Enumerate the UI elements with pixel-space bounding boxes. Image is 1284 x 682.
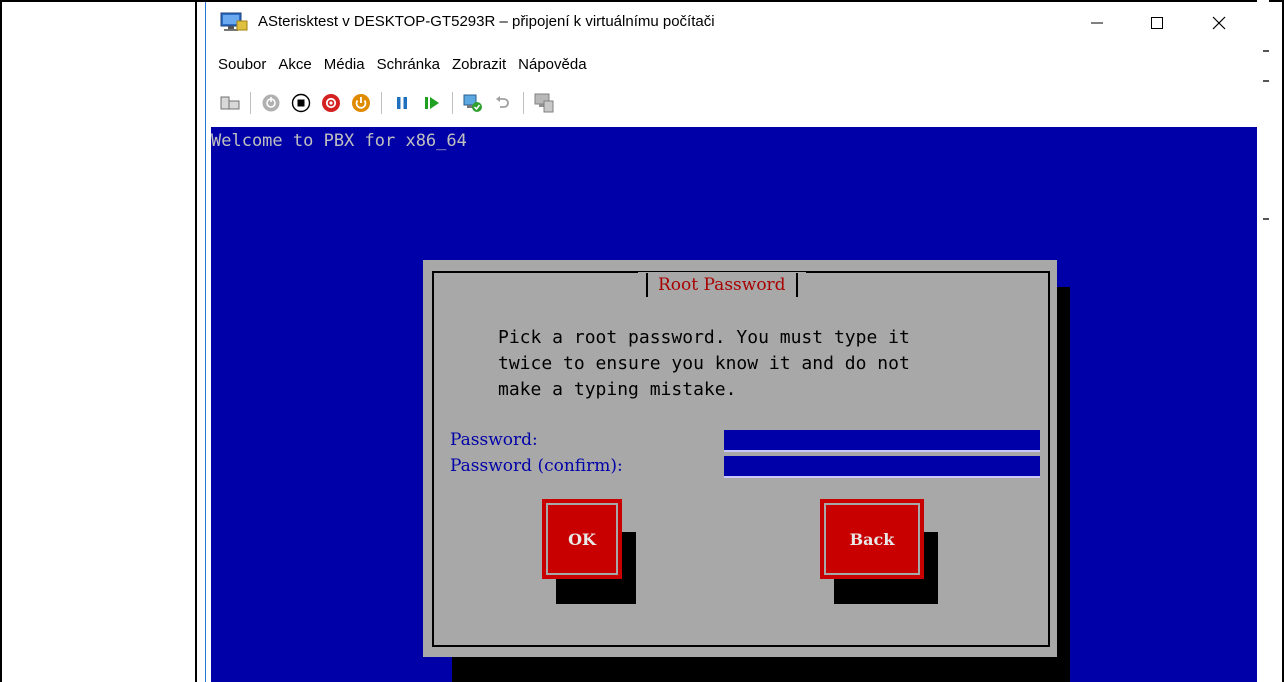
dialog-frame: Root Password Pick a root password. You … <box>432 271 1050 647</box>
dialog-title: Root Password <box>658 275 786 295</box>
password-confirm-label: Password (confirm): <box>450 456 623 476</box>
menu-schranka[interactable]: Schránka <box>371 52 446 78</box>
password-label: Password: <box>450 430 538 450</box>
menu-soubor[interactable]: Soubor <box>206 52 272 78</box>
menu-zobrazit[interactable]: Zobrazit <box>446 52 512 78</box>
password-confirm-field[interactable] <box>724 456 1040 478</box>
toolbar-separator <box>523 92 524 114</box>
window-title: ASterisktest v DESKTOP-GT5293R – připoje… <box>258 13 715 30</box>
checkpoint-icon <box>463 94 482 112</box>
menu-media[interactable]: Média <box>318 52 371 78</box>
toolbar <box>206 90 562 116</box>
close-button[interactable] <box>1196 2 1242 44</box>
pause-icon <box>397 97 407 109</box>
menu-napoveda[interactable]: Nápověda <box>512 52 592 78</box>
close-icon <box>1212 16 1226 30</box>
save-icon <box>352 94 370 112</box>
back-button-label: Back <box>849 529 895 549</box>
start-button[interactable] <box>259 91 283 115</box>
revert-button[interactable] <box>491 91 515 115</box>
enhanced-session-icon <box>534 93 554 113</box>
table-border-left <box>0 0 2 682</box>
dialog-message-line: make a typing mistake. <box>498 379 737 400</box>
ctrl-alt-del-button[interactable] <box>218 91 242 115</box>
maximize-button[interactable] <box>1134 2 1180 44</box>
scrollbar-marker <box>1263 218 1269 220</box>
console-welcome-text: Welcome to PBX for x86_64 <box>211 131 467 151</box>
save-button[interactable] <box>349 91 373 115</box>
toolbar-separator <box>250 92 251 114</box>
vm-connection-window: ASterisktest v DESKTOP-GT5293R – připoje… <box>205 2 1268 682</box>
password-field[interactable] <box>724 430 1040 452</box>
scrollbar-marker <box>1263 50 1269 52</box>
enhanced-session-button[interactable] <box>532 91 556 115</box>
minimize-button[interactable] <box>1074 2 1120 44</box>
shut-down-icon <box>322 94 340 112</box>
toolbar-separator <box>381 92 382 114</box>
checkpoint-button[interactable] <box>461 91 485 115</box>
minimize-icon <box>1091 22 1103 24</box>
ctrl-alt-del-icon <box>220 96 240 110</box>
dialog-message-line: Pick a root password. You must type it <box>498 327 910 348</box>
dialog-message-line: twice to ensure you know it and do not <box>498 353 910 374</box>
maximize-icon <box>1151 17 1163 29</box>
back-button[interactable]: Back <box>820 499 924 579</box>
title-bar[interactable]: ASterisktest v DESKTOP-GT5293R – připoje… <box>206 2 1258 44</box>
table-column-separator <box>195 0 197 682</box>
dialog-message: Pick a root password. You must type it t… <box>498 325 910 403</box>
menu-bar: Soubor Akce Média Schránka Zobrazit Nápo… <box>206 52 593 78</box>
vm-console-screen[interactable]: Welcome to PBX for x86_64 Root Password … <box>211 127 1258 682</box>
resume-icon <box>425 97 439 109</box>
turn-off-button[interactable] <box>289 91 313 115</box>
revert-icon <box>496 96 509 108</box>
start-icon-disabled <box>262 94 280 112</box>
dialog-title-bar: Root Password <box>638 272 806 298</box>
window-scrollbar-area[interactable] <box>1257 0 1269 682</box>
scrollbar-marker <box>1263 80 1269 82</box>
turn-off-icon <box>291 93 311 113</box>
shut-down-button[interactable] <box>319 91 343 115</box>
toolbar-separator <box>452 92 453 114</box>
ok-button[interactable]: OK <box>542 499 622 579</box>
root-password-dialog: Root Password Pick a root password. You … <box>423 260 1057 657</box>
ok-button-label: OK <box>568 529 596 549</box>
vm-connection-icon <box>220 12 248 32</box>
menu-akce[interactable]: Akce <box>272 52 317 78</box>
pause-button[interactable] <box>390 91 414 115</box>
resume-button[interactable] <box>420 91 444 115</box>
